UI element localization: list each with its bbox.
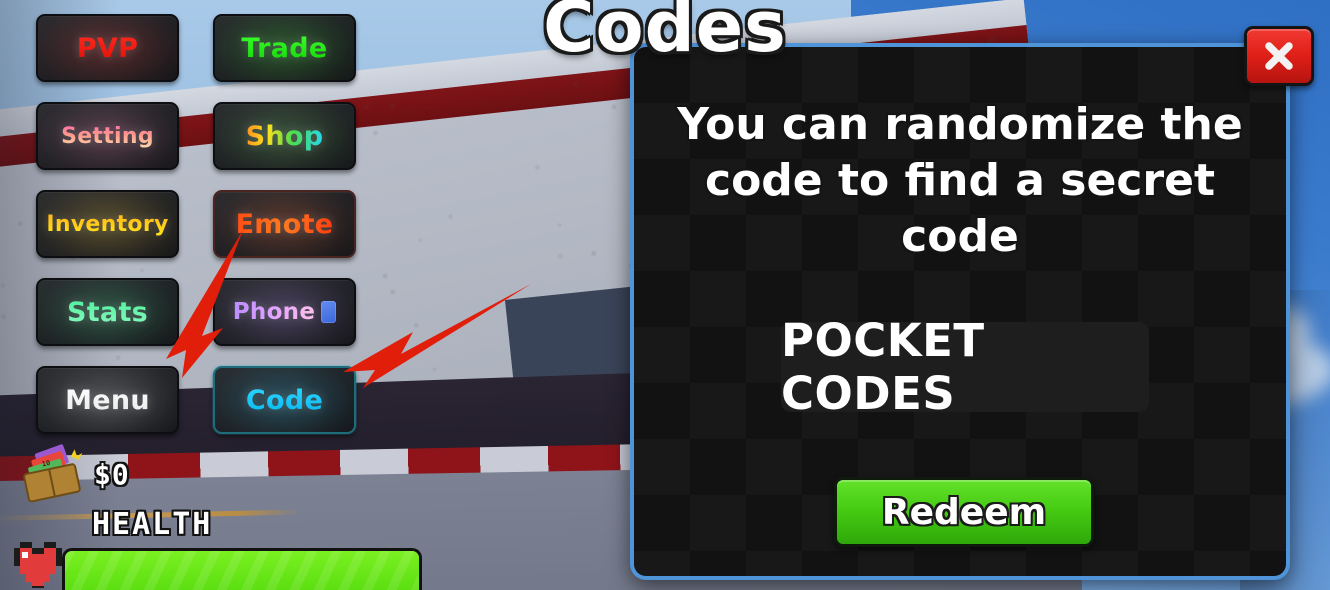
- menu-button-label: Code: [245, 384, 324, 416]
- menu-button-label: PVP: [76, 32, 139, 64]
- menu-button-code[interactable]: Code: [213, 366, 356, 434]
- code-input-field[interactable]: POCKET CODES: [781, 314, 1149, 420]
- menu-button-label: Emote: [235, 208, 334, 240]
- menu-button-trade[interactable]: Trade: [213, 14, 356, 82]
- phone-emoji-icon: [321, 301, 337, 323]
- main-menu-button-grid: PVP Trade Setting Shop Inventory Emote Stats Ph…: [36, 14, 356, 434]
- health-bar: [62, 548, 422, 590]
- menu-button-emote[interactable]: Emote: [213, 190, 356, 258]
- menu-button-label: Setting: [61, 123, 154, 149]
- health-label: HEALTH: [92, 507, 213, 542]
- menu-button-setting[interactable]: Setting: [36, 102, 179, 170]
- close-x-icon: [1265, 42, 1293, 70]
- game-screen: PVP Trade Setting Shop Inventory Emote Stats Ph…: [0, 0, 1330, 590]
- close-button[interactable]: [1244, 26, 1314, 86]
- menu-button-label: Shop: [245, 120, 324, 152]
- menu-button-shop[interactable]: Shop: [213, 102, 356, 170]
- menu-button-pvp[interactable]: PVP: [36, 14, 179, 82]
- health-bar-fill: [65, 551, 419, 590]
- menu-button-phone[interactable]: Phone: [213, 278, 356, 346]
- menu-button-inventory[interactable]: Inventory: [36, 190, 179, 258]
- menu-button-label: Phone: [232, 299, 316, 325]
- menu-button-label: Trade: [241, 32, 328, 64]
- menu-button-label: Inventory: [46, 211, 169, 237]
- redeem-button-label: Redeem: [881, 491, 1047, 533]
- code-input-value: POCKET CODES: [781, 314, 985, 420]
- money-counter: $0: [94, 458, 130, 491]
- menu-button-label: Menu: [65, 384, 150, 416]
- dialog-description: You can randomize the code to find a sec…: [677, 99, 1243, 262]
- menu-button-stats[interactable]: Stats: [36, 278, 179, 346]
- player-hud: 10 10 $0 HEALTH: [0, 430, 470, 590]
- codes-dialog-panel: You can randomize the code to find a sec…: [630, 43, 1290, 580]
- menu-button-menu[interactable]: Menu: [36, 366, 179, 434]
- menu-button-label: Stats: [66, 296, 149, 328]
- wallet-icon: 10 10: [23, 444, 83, 503]
- heart-icon: [14, 542, 62, 588]
- redeem-button[interactable]: Redeem: [834, 477, 1094, 547]
